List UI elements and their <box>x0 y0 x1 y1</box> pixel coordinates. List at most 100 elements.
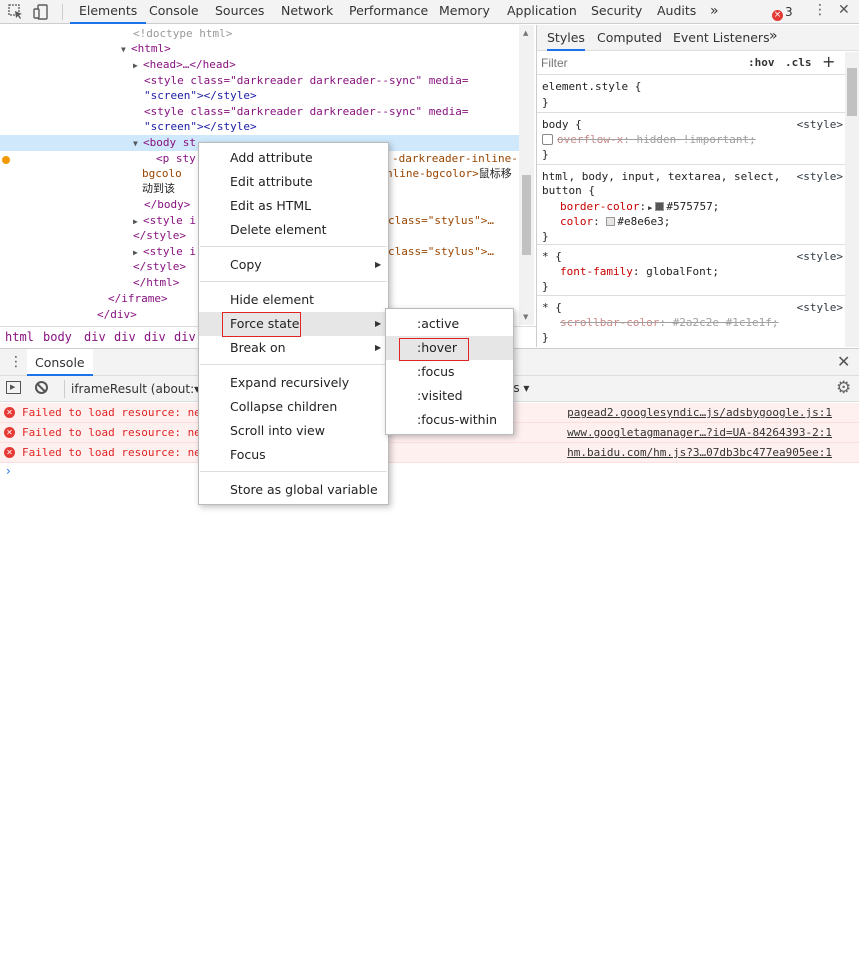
inspect-element-icon[interactable] <box>7 3 25 21</box>
tab-network[interactable]: Network <box>281 0 333 24</box>
customize-menu-icon[interactable]: ⋮ <box>813 2 827 18</box>
menu-item-expand-recursively[interactable]: Expand recursively <box>199 371 388 395</box>
menu-item-copy[interactable]: Copy ▶ <box>199 253 388 277</box>
menu-item-focus[interactable]: Focus <box>199 443 388 467</box>
head-node[interactable]: <head>…</head> <box>143 58 236 71</box>
rule-selector[interactable]: body { <box>542 117 582 132</box>
more-subtabs-icon[interactable]: » <box>769 28 778 44</box>
scroll-down-arrow-icon[interactable]: ▼ <box>523 313 528 321</box>
expand-triangle-icon[interactable]: ▼ <box>133 136 143 152</box>
style-node[interactable]: <style class="darkreader darkreader--syn… <box>144 105 469 118</box>
html-node[interactable]: <html> <box>131 42 171 55</box>
styles-filter-input[interactable] <box>541 54 737 72</box>
body-close-node[interactable]: </body> <box>144 198 190 211</box>
p-node[interactable]: <p sty <box>156 152 196 165</box>
breadcrumb-html[interactable]: html <box>5 330 34 344</box>
style-node[interactable]: <style i <box>143 245 196 258</box>
rule-declaration[interactable]: border-color: ▶ #575757; <box>560 199 719 214</box>
tab-sources[interactable]: Sources <box>215 0 264 24</box>
body-node[interactable]: <body st <box>143 136 196 149</box>
breadcrumb-div[interactable]: div <box>174 330 196 344</box>
console-settings-gear-icon[interactable]: ⚙ <box>836 378 851 398</box>
style-close-node[interactable]: </style> <box>133 260 186 273</box>
device-toolbar-icon[interactable] <box>32 3 50 21</box>
drawer-tab-console[interactable]: Console <box>27 349 93 376</box>
breadcrumb-div[interactable]: div <box>144 330 166 344</box>
tab-console[interactable]: Console <box>149 0 199 24</box>
menu-item-add-attribute[interactable]: Add attribute <box>199 146 388 170</box>
error-source-link[interactable]: www.googletagmanager…?id=UA-84264393-2:1 <box>567 426 832 439</box>
rule-declaration[interactable]: scrollbar-color: #2a2c2e #1c1e1f; <box>560 315 779 330</box>
tab-audits[interactable]: Audits <box>657 0 696 24</box>
cls-toggle[interactable]: .cls <box>785 56 812 69</box>
breadcrumb-body[interactable]: body <box>43 330 72 344</box>
menu-item-focus-within[interactable]: :focus-within <box>386 408 513 432</box>
rule-selector[interactable]: element.style { <box>542 79 641 94</box>
hov-toggle[interactable]: :hov <box>748 56 775 69</box>
new-rule-icon[interactable]: + <box>822 52 835 71</box>
rule-source-link[interactable]: <style> <box>797 117 843 132</box>
html-close-node[interactable]: </html> <box>133 276 179 289</box>
drawer-menu-icon[interactable]: ⋮ <box>9 354 23 370</box>
tab-memory[interactable]: Memory <box>439 0 490 24</box>
clear-console-icon[interactable] <box>35 381 48 394</box>
rule-source-link[interactable]: <style> <box>797 249 843 264</box>
breadcrumb-div[interactable]: div <box>84 330 106 344</box>
menu-item-scroll-into-view[interactable]: Scroll into view <box>199 419 388 443</box>
error-source-link[interactable]: hm.baidu.com/hm.js?3…07db3bc477ea905ee:1 <box>567 446 832 459</box>
close-drawer-icon[interactable]: ✕ <box>837 352 850 371</box>
context-selector[interactable]: iframeResult (about:▾ <box>64 380 200 398</box>
expand-triangle-icon[interactable]: ▼ <box>121 42 131 58</box>
more-tabs-icon[interactable]: » <box>710 0 719 24</box>
rule-declaration[interactable]: overflow-x: hidden !important; <box>542 132 756 147</box>
color-swatch[interactable] <box>606 217 616 226</box>
doctype-node[interactable]: <!doctype html> <box>133 27 232 40</box>
styles-scrollbar[interactable] <box>845 52 859 347</box>
menu-item-edit-attribute[interactable]: Edit attribute <box>199 170 388 194</box>
rule-source-link[interactable]: <style> <box>797 300 843 315</box>
menu-item-visited[interactable]: :visited <box>386 384 513 408</box>
menu-item-edit-as-html[interactable]: Edit as HTML <box>199 194 388 218</box>
property-name: border-color <box>560 200 640 213</box>
menu-item-collapse-children[interactable]: Collapse children <box>199 395 388 419</box>
menu-item-hide-element[interactable]: Hide element <box>199 288 388 312</box>
rule-selector[interactable]: html, body, input, textarea, select, <box>542 169 780 184</box>
console-prompt[interactable]: › <box>6 464 11 478</box>
tab-styles[interactable]: Styles <box>547 30 585 51</box>
rule-declaration[interactable]: font-family: globalFont; <box>560 264 719 279</box>
tab-event-listeners[interactable]: Event Listeners <box>673 30 770 45</box>
scrollbar-thumb[interactable] <box>847 68 857 116</box>
style-close-node[interactable]: </style> <box>133 229 186 242</box>
scrollbar-thumb[interactable] <box>522 175 531 255</box>
div-close-node[interactable]: </div> <box>97 308 137 321</box>
tab-application[interactable]: Application <box>507 0 577 24</box>
error-source-link[interactable]: pagead2.googlesyndic…js/adsbygoogle.js:1 <box>567 406 832 419</box>
style-node[interactable]: <style i <box>143 214 196 227</box>
iframe-close-node[interactable]: </iframe> <box>108 292 168 305</box>
rule-declaration[interactable]: color: #e8e6e3; <box>560 214 670 229</box>
tab-computed[interactable]: Computed <box>597 30 662 45</box>
console-sidebar-icon[interactable]: ▶ <box>6 381 21 394</box>
menu-item-store-global-variable[interactable]: Store as global variable <box>199 478 388 502</box>
styles-filter-row: :hov .cls + <box>537 51 859 75</box>
menu-item-active[interactable]: :active <box>386 312 513 336</box>
elements-scrollbar[interactable]: ▲ ▼ <box>519 25 534 325</box>
style-node[interactable]: <style class="darkreader darkreader--syn… <box>144 74 469 87</box>
tab-performance[interactable]: Performance <box>349 0 428 24</box>
tab-elements[interactable]: Elements <box>70 0 147 24</box>
declaration-checkbox[interactable] <box>542 134 553 145</box>
tab-security[interactable]: Security <box>591 0 642 24</box>
error-counter[interactable]: × 3 <box>772 4 793 21</box>
rule-source-link[interactable]: <style> <box>797 169 843 184</box>
expand-arrow-icon[interactable]: ▶ <box>648 204 652 212</box>
rule-selector[interactable]: * { <box>542 249 562 264</box>
rule-selector[interactable]: * { <box>542 300 562 315</box>
menu-item-delete-element[interactable]: Delete element <box>199 218 388 242</box>
color-swatch[interactable] <box>655 202 665 211</box>
scroll-up-arrow-icon[interactable]: ▲ <box>523 29 528 37</box>
collapsed-triangle-icon[interactable]: ▶ <box>133 58 143 74</box>
menu-item-focus-state[interactable]: :focus <box>386 360 513 384</box>
menu-item-break-on[interactable]: Break on ▶ <box>199 336 388 360</box>
breadcrumb-div[interactable]: div <box>114 330 136 344</box>
close-devtools-icon[interactable]: ✕ <box>838 2 850 18</box>
